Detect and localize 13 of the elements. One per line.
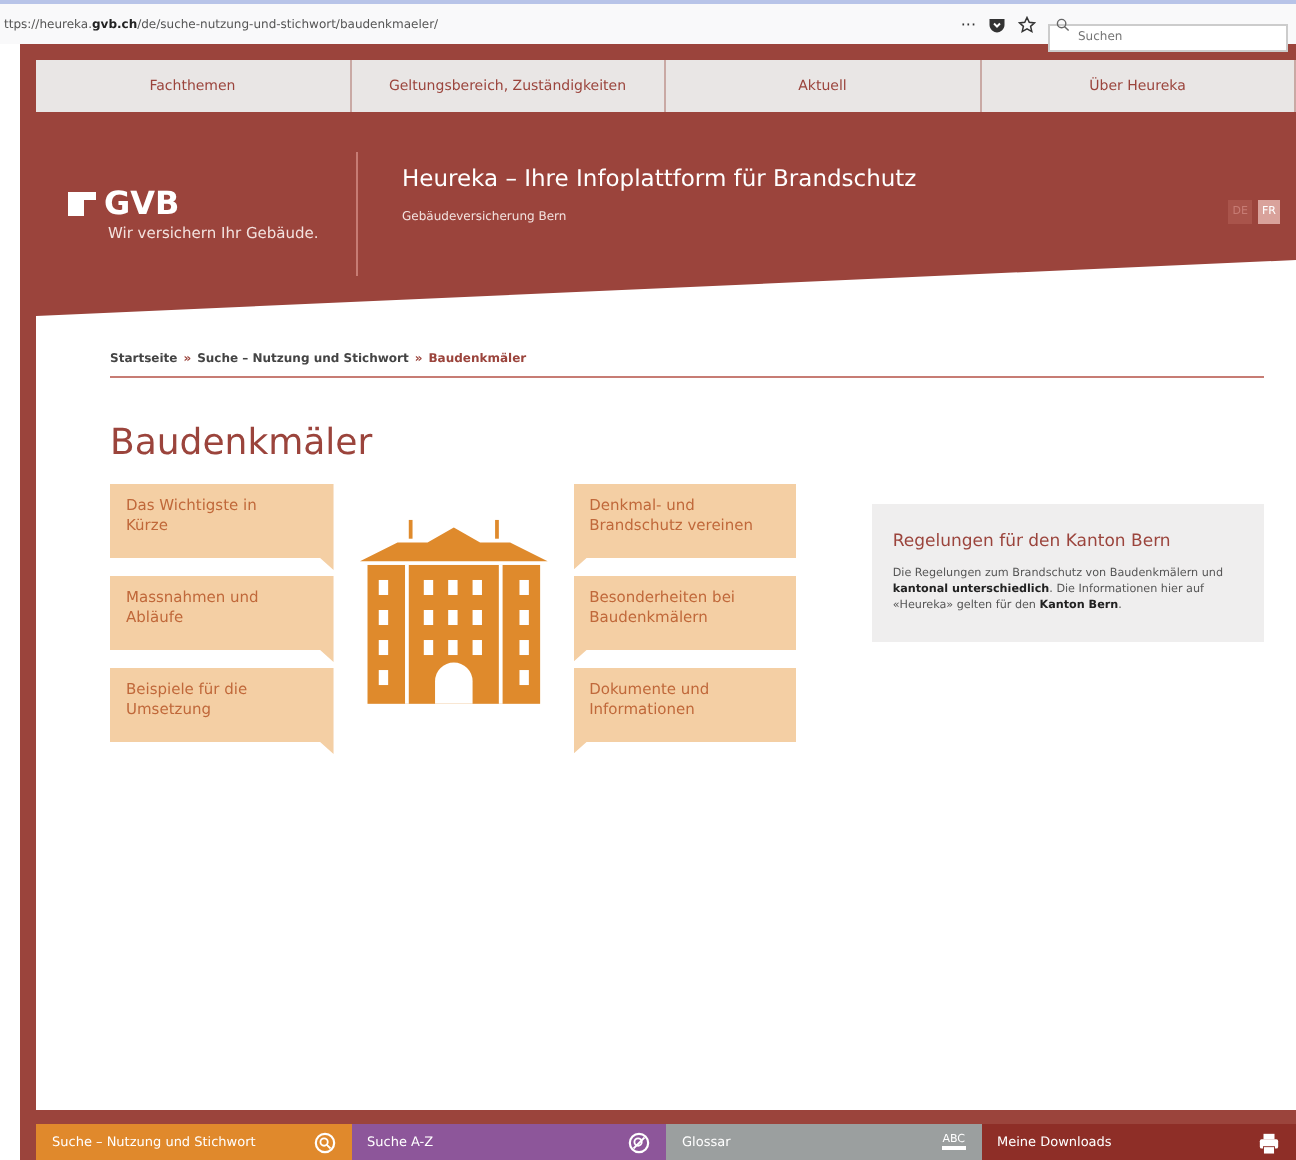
site-title: Heureka – Ihre Infoplattform für Brandschutz (402, 164, 917, 192)
logo-text: GVB (104, 188, 180, 220)
search-icon (313, 1131, 335, 1153)
page-title: Baudenkmäler (110, 422, 375, 464)
printer-icon (1258, 1131, 1280, 1153)
shield-icon[interactable] (988, 15, 1006, 33)
star-icon[interactable] (1018, 15, 1036, 33)
logo-icon (68, 192, 96, 216)
info-title: Regelungen für den Kanton Bern (892, 532, 1173, 552)
search-icon (628, 1131, 650, 1153)
more-menu[interactable]: ··· (960, 15, 976, 33)
search-icon (1056, 17, 1070, 31)
building-icon (359, 516, 548, 704)
